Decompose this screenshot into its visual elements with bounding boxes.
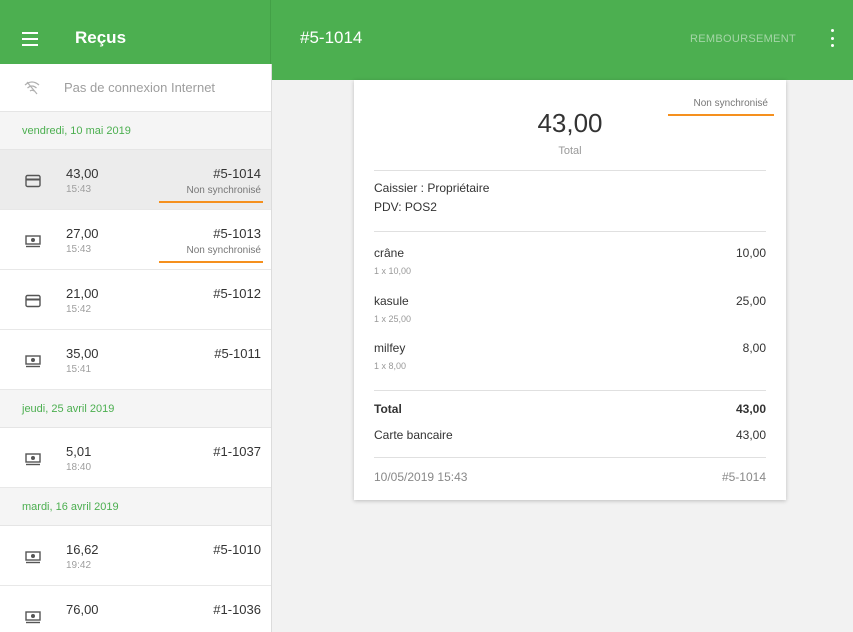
menu-icon[interactable] bbox=[22, 28, 44, 50]
receipt-card: 43,00 Total Non synchronisé Caissier : P… bbox=[354, 80, 786, 500]
card-icon bbox=[25, 174, 41, 188]
receipt-amount: 21,00 bbox=[66, 286, 99, 301]
receipt-amount: 76,00 bbox=[66, 602, 99, 617]
receipt-time: 15:41 bbox=[66, 364, 92, 375]
receipt-number: #5-1011 bbox=[214, 346, 261, 361]
page-title: Reçus bbox=[75, 28, 127, 47]
app: Reçus #5-1014 REMBOURSEMENT Pas de conne… bbox=[0, 0, 853, 632]
sync-underline bbox=[159, 261, 263, 263]
wifi-off-icon bbox=[24, 80, 40, 94]
item-name: kasule bbox=[374, 294, 409, 308]
receipt-row[interactable]: 43,00 15:43 #5-1014 Non synchronisé bbox=[0, 150, 271, 210]
payment-amount: 43,00 bbox=[735, 428, 766, 442]
item-price: 10,00 bbox=[735, 246, 766, 260]
divider bbox=[374, 457, 766, 458]
item-name: milfey bbox=[374, 341, 406, 355]
item-quantity: 1 x 25,00 bbox=[374, 314, 412, 324]
sync-underline bbox=[159, 201, 263, 203]
receipt-sync-status: Non synchronisé bbox=[693, 98, 768, 109]
receipt-number: #5-1013 bbox=[213, 226, 261, 241]
divider bbox=[374, 170, 766, 171]
receipt-number: #1-1036 bbox=[213, 602, 261, 617]
receipts-sidebar: Pas de connexion Internet vendredi, 10 m… bbox=[0, 64, 272, 632]
receipt-number-title: #5-1014 bbox=[300, 28, 363, 47]
pos-label: PDV: POS2 bbox=[374, 200, 437, 214]
receipt-number: #5-1012 bbox=[213, 286, 261, 301]
receipt-time: 18:40 bbox=[66, 462, 92, 473]
divider bbox=[374, 390, 766, 391]
receipt-amount: 35,00 bbox=[66, 346, 99, 361]
receipt-amount: 5,01 bbox=[66, 444, 92, 459]
receipt-time: 15:43 bbox=[66, 184, 92, 195]
cash-icon bbox=[25, 453, 41, 466]
date-header: vendredi, 10 mai 2019 bbox=[0, 112, 271, 150]
receipt-time: 19:42 bbox=[66, 560, 92, 571]
date-header: jeudi, 25 avril 2019 bbox=[0, 390, 271, 428]
cash-icon bbox=[25, 235, 41, 248]
receipt-row[interactable]: 35,00 15:41 #5-1011 bbox=[0, 330, 271, 390]
offline-banner: Pas de connexion Internet bbox=[0, 64, 271, 112]
receipt-time: 15:43 bbox=[66, 244, 92, 255]
receipt-time: 15:42 bbox=[66, 304, 92, 315]
sync-status: Non synchronisé bbox=[186, 245, 261, 256]
receipt-number: #1-1037 bbox=[213, 444, 261, 459]
cash-icon bbox=[25, 355, 41, 368]
receipt-row[interactable]: 76,00 #1-1036 bbox=[0, 586, 271, 632]
receipt-amount: 43,00 bbox=[66, 166, 99, 181]
receipt-row[interactable]: 16,62 19:42 #5-1010 bbox=[0, 526, 271, 586]
cash-icon bbox=[25, 611, 41, 624]
receipt-number: #5-1010 bbox=[213, 542, 261, 557]
card-icon bbox=[25, 294, 41, 308]
payment-method: Carte bancaire bbox=[374, 428, 453, 442]
refund-button[interactable]: REMBOURSEMENT bbox=[690, 33, 796, 45]
receipt-row[interactable]: 21,00 15:42 #5-1012 bbox=[0, 270, 271, 330]
receipt-amount: 16,62 bbox=[66, 542, 99, 557]
item-name: crâne bbox=[374, 246, 405, 260]
receipt-number: #5-1014 bbox=[213, 166, 261, 181]
more-options-icon[interactable] bbox=[829, 29, 835, 47]
total-value: 43,00 bbox=[735, 402, 766, 416]
cash-icon bbox=[25, 551, 41, 564]
item-price: 25,00 bbox=[735, 294, 766, 308]
sync-status: Non synchronisé bbox=[186, 185, 261, 196]
item-price: 8,00 bbox=[742, 341, 766, 355]
offline-text: Pas de connexion Internet bbox=[64, 80, 216, 95]
date-header: mardi, 16 avril 2019 bbox=[0, 488, 271, 526]
cashier-label: Caissier : Propriétaire bbox=[374, 181, 490, 195]
receipt-total-label: Total bbox=[558, 145, 582, 157]
sync-underline bbox=[668, 114, 774, 116]
receipt-amount: 27,00 bbox=[66, 226, 99, 241]
receipt-row[interactable]: 5,01 18:40 #1-1037 bbox=[0, 428, 271, 488]
receipt-footer-number: #5-1014 bbox=[721, 470, 766, 484]
receipt-row[interactable]: 27,00 15:43 #5-1013 Non synchronisé bbox=[0, 210, 271, 270]
divider bbox=[374, 231, 766, 232]
item-quantity: 1 x 8,00 bbox=[374, 361, 407, 371]
receipt-datetime: 10/05/2019 15:43 bbox=[374, 470, 468, 484]
receipt-total-amount: 43,00 bbox=[537, 108, 603, 138]
item-quantity: 1 x 10,00 bbox=[374, 266, 412, 276]
total-label: Total bbox=[374, 402, 402, 416]
